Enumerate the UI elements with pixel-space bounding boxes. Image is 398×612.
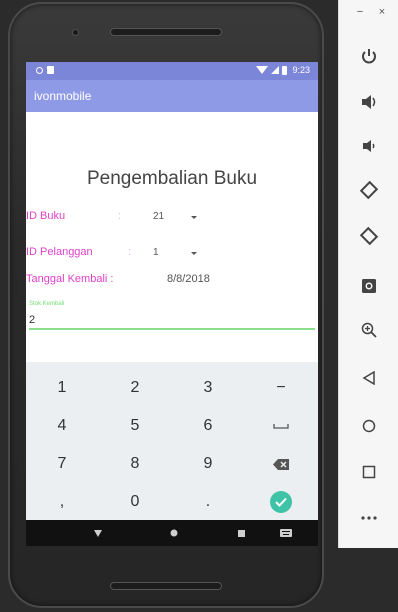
navigation-bar [26,520,318,546]
wifi-icon [256,66,269,74]
earpiece-speaker [110,28,222,36]
key-space[interactable] [245,408,317,444]
signal-icon [271,66,280,74]
key-label: − [276,379,286,396]
page-title: Pengembalian Buku [86,168,258,189]
key-period[interactable]: . [172,484,244,520]
app-bar: ivonmobile [26,80,318,112]
battery-icon [282,65,288,75]
id-buku-value: 21 [153,211,165,222]
key-8[interactable]: 8 [99,446,171,482]
key-2[interactable]: 2 [99,370,171,406]
numeric-keyboard: 1 2 3 − 4 5 6 7 8 9, 0. [26,362,318,520]
key-done[interactable] [245,484,317,520]
key-label: 0 [130,493,140,510]
emulator-toolbar: − × [338,0,398,548]
app-title: ivonmobile [34,89,92,103]
check-icon [270,491,292,513]
camera-icon[interactable] [353,270,385,302]
key-label: 8 [130,455,140,472]
input-underline [29,328,315,330]
phone-frame: 9:23 ivonmobile Pengembalian Buku ID Buk… [8,2,324,608]
dropdown-arrow-icon [191,216,197,219]
key-label: 4 [57,417,67,434]
id-buku-label: ID Buku [26,210,66,222]
stok-kembali-hint: Stok Kembali [29,301,65,307]
close-button[interactable]: × [375,6,389,18]
dropdown-arrow-icon [191,252,197,255]
key-label: 2 [130,379,140,396]
id-pelanggan-label: ID Pelanggan [26,246,93,258]
id-buku-colon: : [118,210,122,222]
key-comma[interactable]: , [26,484,98,520]
key-0[interactable]: 0 [99,484,171,520]
back-icon[interactable] [78,520,118,546]
rotate-right-icon[interactable] [353,220,385,252]
space-icon [273,423,289,429]
bottom-speaker [110,582,222,590]
tanggal-kembali-label: Tanggal Kembali : [26,273,114,285]
key-label: 7 [57,455,67,472]
backspace-icon [273,458,289,470]
keyboard-switch-icon[interactable] [266,520,306,546]
id-pelanggan-value: 1 [153,247,159,258]
key-7[interactable]: 7 [26,446,98,482]
key-3[interactable]: 3 [172,370,244,406]
key-5[interactable]: 5 [99,408,171,444]
key-label: , [59,493,65,510]
key-label: 1 [57,379,67,396]
more-icon[interactable] [353,502,385,534]
tanggal-kembali-value[interactable]: 8/8/2018 [167,273,210,285]
key-label: 5 [130,417,140,434]
recents-icon[interactable] [221,520,261,546]
home-icon[interactable] [353,410,385,442]
power-icon[interactable] [353,40,385,72]
key-label: 9 [203,455,213,472]
home-icon[interactable] [154,520,194,546]
volume-up-icon[interactable] [353,86,385,118]
id-pelanggan-colon: : [128,246,132,258]
key-label: . [205,493,211,510]
key-9[interactable]: 9 [172,446,244,482]
front-camera [72,29,79,36]
phone-screen: 9:23 ivonmobile Pengembalian Buku ID Buk… [26,62,318,546]
key-label: 6 [203,417,213,434]
status-time: 9:23 [292,65,310,75]
zoom-icon[interactable] [353,314,385,346]
key-1[interactable]: 1 [26,370,98,406]
back-icon[interactable] [353,362,385,394]
rotate-left-icon[interactable] [353,174,385,206]
sync-icon [36,66,43,74]
key-minus[interactable]: − [245,370,317,406]
stok-kembali-input[interactable]: 2 [29,314,35,326]
key-4[interactable]: 4 [26,408,98,444]
key-label: 3 [203,379,213,396]
key-6[interactable]: 6 [172,408,244,444]
minimize-button[interactable]: − [353,6,367,18]
status-bar: 9:23 [26,62,318,80]
key-backspace[interactable] [245,446,317,482]
overview-icon[interactable] [353,456,385,488]
volume-down-icon[interactable] [353,130,385,162]
sd-card-icon [47,66,54,74]
